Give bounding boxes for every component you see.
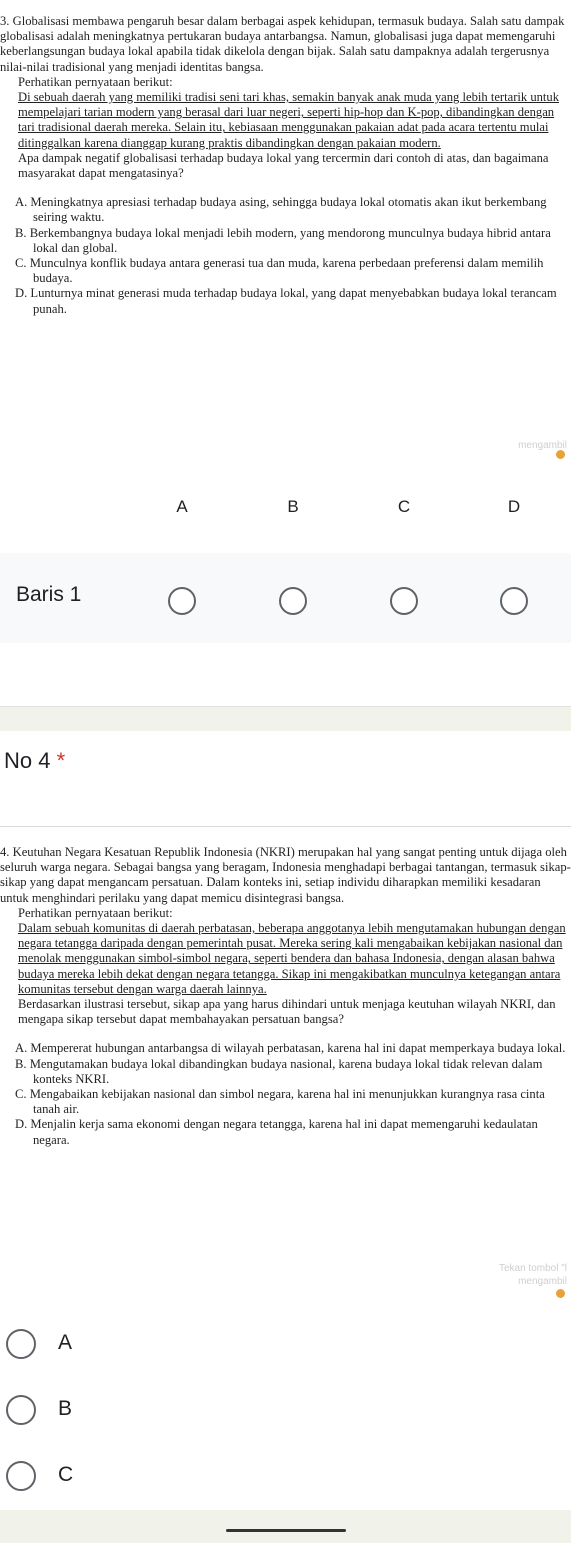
q3-statement: Di sebuah daerah yang memiliki tradisi s…	[18, 90, 560, 150]
required-mark: *	[56, 748, 66, 773]
question-title: No 4 *	[4, 748, 65, 774]
grid-col-c: C	[397, 497, 411, 516]
radio-row1-b[interactable]	[279, 587, 307, 615]
q3-intro: 3. Globalisasi membawa pengaruh besar da…	[0, 14, 565, 74]
assistant-icon	[556, 450, 565, 459]
home-indicator[interactable]	[226, 1529, 346, 1532]
bottom-bar	[0, 1510, 571, 1543]
grid-col-b: B	[287, 497, 299, 516]
grid-col-d: D	[507, 497, 521, 516]
q3-perhatikan: Perhatikan pernyataan berikut:	[18, 74, 173, 89]
choice-b-radio[interactable]	[6, 1395, 36, 1425]
q3-option-b: B. Berkembangnya budaya lokal menjadi le…	[15, 225, 551, 255]
choice-c-radio[interactable]	[6, 1461, 36, 1491]
question-4-image: 4. Keutuhan Negara Kesatuan Republik Ind…	[0, 845, 571, 1148]
q4-option-a: A. Mempererat hubungan antarbangsa di wi…	[15, 1041, 566, 1056]
grid-col-a: A	[176, 497, 188, 516]
question-3-image: 3. Globalisasi membawa pengaruh besar da…	[0, 14, 571, 317]
q4-option-b: B. Mengutamakan budaya lokal dibandingka…	[15, 1056, 543, 1086]
radio-row1-d[interactable]	[500, 587, 528, 615]
q3-question: Apa dampak negatif globalisasi terhadap …	[18, 150, 549, 181]
section-separator	[0, 706, 571, 731]
choice-b[interactable]: B	[6, 1389, 306, 1429]
choice-b-label: B	[58, 1397, 73, 1420]
q3-option-c: C. Munculnya konflik budaya antara gener…	[15, 256, 544, 286]
radio-row1-c[interactable]	[390, 587, 418, 615]
divider	[0, 826, 571, 827]
question-title-text: No 4	[4, 748, 51, 773]
choice-c-label: C	[58, 1463, 74, 1486]
q4-perhatikan: Perhatikan pernyataan berikut:	[18, 905, 173, 920]
choice-a-radio[interactable]	[6, 1329, 36, 1359]
q4-option-d: D. Menjalin kerja sama ekonomi dengan ne…	[15, 1117, 538, 1147]
q3-option-d: D. Lunturnya minat generasi muda terhada…	[15, 286, 557, 316]
q4-option-c: C. Mengabaikan kebijakan nasional dan si…	[15, 1087, 545, 1117]
choice-a[interactable]: A	[6, 1323, 306, 1363]
choice-c[interactable]: C	[6, 1455, 306, 1495]
q4-question: Berdasarkan ilustrasi tersebut, sikap ap…	[18, 997, 556, 1027]
choice-a-label: A	[58, 1331, 73, 1354]
q4-intro: 4. Keutuhan Negara Kesatuan Republik Ind…	[0, 845, 571, 905]
q4-statement: Dalam sebuah komunitas di daerah perbata…	[18, 921, 566, 996]
grid-row-1: Baris 1	[0, 553, 571, 643]
grid-header: A B C D	[0, 497, 571, 521]
grid-row-label: Baris 1	[16, 583, 82, 606]
assistant-icon-2	[556, 1289, 565, 1298]
q4-watermark-2: mengambil	[518, 1276, 567, 1287]
q4-watermark-1: Tekan tombol "l	[498, 1263, 567, 1274]
radio-row1-a[interactable]	[168, 587, 196, 615]
q3-option-a: A. Meningkatnya apresiasi terhadap buday…	[15, 195, 547, 225]
